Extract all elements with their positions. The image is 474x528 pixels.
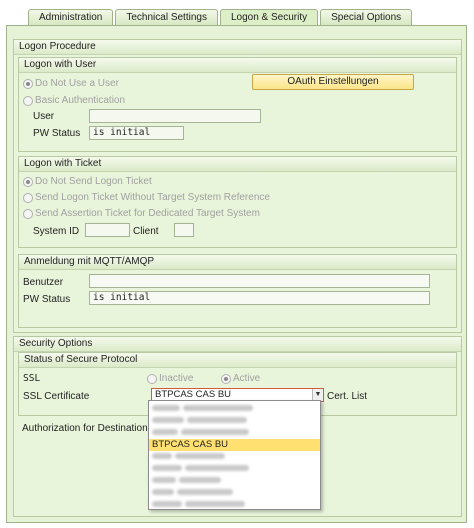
radio-send-ticket-without-reference-label: Send Logon Ticket Without Target System … bbox=[35, 192, 270, 203]
pw-status-label: PW Status bbox=[33, 128, 81, 139]
mqtt-pw-status-label: PW Status bbox=[23, 294, 71, 305]
client-field[interactable] bbox=[174, 223, 194, 237]
radio-send-ticket-without-reference[interactable]: Send Logon Ticket Without Target System … bbox=[23, 192, 270, 203]
mqtt-title: Anmeldung mit MQTT/AMQP bbox=[19, 255, 456, 270]
logon-with-user-title: Logon with User bbox=[19, 58, 456, 73]
benutzer-field[interactable] bbox=[89, 274, 430, 288]
system-id-field[interactable] bbox=[85, 223, 130, 237]
list-item[interactable] bbox=[149, 415, 320, 427]
radio-basic-authentication[interactable]: Basic Authentication bbox=[23, 95, 125, 106]
list-item[interactable] bbox=[149, 487, 320, 499]
tab-logon-security[interactable]: Logon & Security bbox=[219, 9, 319, 25]
logon-with-ticket-title: Logon with Ticket bbox=[19, 157, 456, 172]
list-item[interactable] bbox=[149, 451, 320, 463]
radio-ssl-inactive-label: Inactive bbox=[159, 373, 194, 384]
list-item[interactable] bbox=[149, 427, 320, 439]
client-label: Client bbox=[133, 226, 159, 237]
tab-technical-settings[interactable]: Technical Settings bbox=[115, 9, 218, 25]
system-id-label: System ID bbox=[33, 226, 80, 237]
radio-do-not-send-ticket-label: Do Not Send Logon Ticket bbox=[35, 176, 152, 187]
radio-ssl-active[interactable]: Active bbox=[221, 373, 260, 384]
radio-basic-authentication-label: Basic Authentication bbox=[35, 95, 126, 106]
list-item-selected[interactable]: BTPCAS CAS BU bbox=[149, 439, 320, 451]
tab-strip: Administration Technical Settings Logon … bbox=[28, 9, 414, 25]
ssl-label: SSL bbox=[23, 373, 41, 384]
radio-button-icon bbox=[221, 373, 231, 384]
security-options-title: Security Options bbox=[14, 337, 461, 352]
user-field[interactable] bbox=[89, 109, 261, 123]
list-item[interactable] bbox=[149, 475, 320, 487]
radio-do-not-use-user[interactable]: Do Not Use a User bbox=[23, 78, 119, 89]
list-item[interactable] bbox=[149, 403, 320, 415]
radio-ssl-inactive[interactable]: Inactive bbox=[147, 373, 193, 384]
logon-procedure-group: Logon Procedure Logon with User Do Not U… bbox=[13, 39, 462, 333]
radio-button-icon bbox=[23, 192, 33, 203]
list-item-selected-label: BTPCAS CAS BU bbox=[152, 439, 229, 450]
tab-administration[interactable]: Administration bbox=[28, 9, 114, 25]
pw-status-field: is initial bbox=[89, 126, 184, 140]
logon-procedure-title: Logon Procedure bbox=[14, 40, 461, 55]
user-label: User bbox=[33, 111, 55, 122]
tab-special-options[interactable]: Special Options bbox=[320, 9, 413, 25]
ssl-certificate-listbox[interactable]: BTPCAS CAS BU bbox=[148, 400, 321, 510]
radio-button-icon bbox=[23, 78, 33, 89]
logon-with-ticket-group: Logon with Ticket Do Not Send Logon Tick… bbox=[18, 156, 457, 248]
radio-button-icon bbox=[147, 373, 157, 384]
list-item[interactable] bbox=[149, 463, 320, 475]
authorization-label: Authorization for Destination bbox=[22, 423, 148, 434]
benutzer-label: Benutzer bbox=[23, 277, 64, 288]
status-secure-protocol-title: Status of Secure Protocol bbox=[19, 353, 456, 368]
radio-do-not-use-user-label: Do Not Use a User bbox=[35, 78, 119, 89]
list-item[interactable] bbox=[149, 499, 320, 511]
oauth-settings-button[interactable]: OAuth Einstellungen bbox=[252, 74, 414, 90]
radio-button-icon bbox=[23, 208, 33, 219]
radio-ssl-active-label: Active bbox=[233, 373, 261, 384]
radio-do-not-send-ticket[interactable]: Do Not Send Logon Ticket bbox=[23, 176, 152, 187]
radio-button-icon bbox=[23, 176, 33, 187]
cert-list-label[interactable]: Cert. List bbox=[327, 391, 367, 402]
ssl-certificate-value: BTPCAS CAS BU bbox=[155, 389, 232, 400]
logon-with-user-group: Logon with User Do Not Use a User OAuth … bbox=[18, 57, 457, 152]
mqtt-pw-status-field: is initial bbox=[89, 291, 430, 305]
radio-send-assertion-ticket-label: Send Assertion Ticket for Dedicated Targ… bbox=[35, 208, 260, 219]
ssl-certificate-label: SSL Certificate bbox=[23, 391, 90, 402]
mqtt-group: Anmeldung mit MQTT/AMQP Benutzer PW Stat… bbox=[18, 254, 457, 328]
radio-send-assertion-ticket[interactable]: Send Assertion Ticket for Dedicated Targ… bbox=[23, 208, 260, 219]
radio-button-icon bbox=[23, 95, 33, 106]
